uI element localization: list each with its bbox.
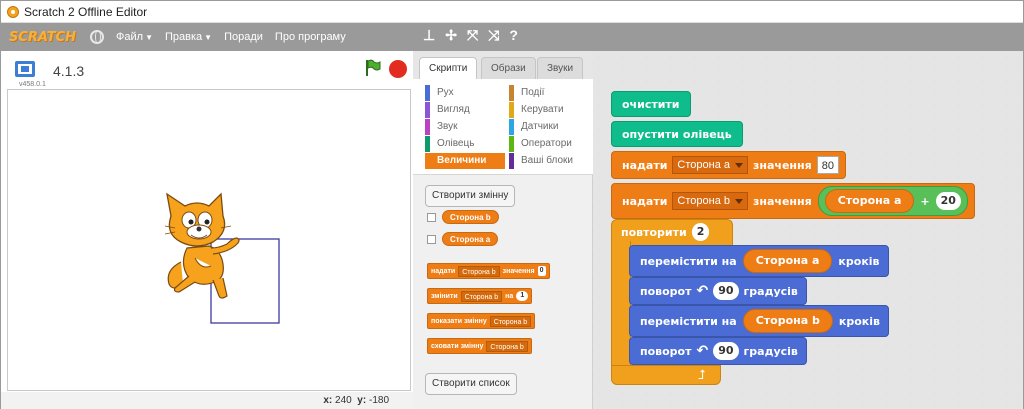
scratch-cat-icon [7,5,19,18]
loop-arrow-icon: ⮥ [698,367,706,382]
palette-show-variable-block[interactable]: показати змінну Сторона b [427,313,536,329]
variable-dropdown[interactable]: Сторона b [672,192,748,210]
stage-header: 4.1.3 v458.0.1 [1,51,413,89]
pen-down-block[interactable]: опустити олівець [611,121,743,147]
cut-icon[interactable]: ✢ [445,27,457,44]
scratch-logo[interactable]: SCRATCH [9,30,76,45]
fullscreen-icon[interactable] [15,61,35,77]
title-bar: Scratch 2 Offline Editor [1,1,1023,23]
duplicate-icon[interactable]: ⊥ [423,27,435,44]
repeat-block-label[interactable]: повторити 2 [621,223,714,241]
category-control[interactable]: Керувати [509,102,564,118]
menu-tips[interactable]: Поради [224,31,263,43]
variable-row-b: Сторона b [427,209,499,225]
build-version: v458.0.1 [19,81,46,88]
stop-icon[interactable] [389,60,407,78]
tab-scripts[interactable]: Скрипти [419,57,478,80]
repeat-block-arm [611,241,631,365]
variable-checkbox[interactable] [427,212,436,222]
variable-reporter[interactable]: Сторона a [442,232,499,246]
degrees-input[interactable]: 90 [713,282,739,300]
green-flag-icon[interactable] [365,59,381,77]
category-data[interactable]: Величини [425,153,505,169]
scripts-area[interactable]: ⮥ очистити опустити олівець надати Сторо… [593,51,1023,409]
category-events[interactable]: Події [509,85,544,101]
palette-hide-variable-block[interactable]: сховати змінну Сторона b [427,338,532,354]
editor-tabs: Скрипти Образи Звуки [413,51,593,80]
variable-dropdown[interactable]: Сторона a [672,156,748,174]
turn-block-2[interactable]: поворот ↶ 90 градусів [629,337,807,365]
category-pen[interactable]: Олівець [425,136,474,152]
move-side-b-block[interactable]: перемістити на Сторона b кроків [629,305,889,337]
variable-reporter[interactable]: Сторона b [442,210,499,224]
menu-edit[interactable]: Правка ▼ [165,31,212,43]
category-looks[interactable]: Вигляд [425,102,470,118]
grow-icon[interactable]: ⤧ [467,27,478,44]
help-icon[interactable]: ? [509,27,518,44]
move-side-a-block[interactable]: перемістити на Сторона a кроків [629,245,889,277]
value-input[interactable]: 80 [816,156,839,174]
repeat-count-input[interactable]: 2 [691,223,710,241]
degrees-input[interactable]: 90 [713,342,739,360]
variable-checkbox[interactable] [427,234,436,244]
window-title: Scratch 2 Offline Editor [24,4,148,19]
language-globe-icon[interactable] [90,30,105,44]
tab-sounds[interactable]: Звуки [537,57,584,79]
sprite-tools: ⊥ ✢ ⤧ ⤨ ? [423,27,518,44]
set-side-a-block[interactable]: надати Сторона a значення 80 [611,151,846,179]
category-operators[interactable]: Оператори [509,136,572,152]
menu-about[interactable]: Про програму [275,31,346,43]
block-palette: Рух Події Вигляд Керувати Звук Датчики О… [413,79,593,409]
palette-set-block[interactable]: надати Сторона b значення 0 [427,263,550,279]
menu-file[interactable]: Файл ▼ [116,31,153,43]
turn-left-icon: ↶ [696,283,709,299]
make-variable-button[interactable]: Створити змінну [425,185,516,207]
set-side-b-block[interactable]: надати Сторона b значення Сторона a + 20 [611,183,975,219]
repeat-block-bottom: ⮥ [611,365,721,385]
palette-change-block[interactable]: змінити Сторона b на 1 [427,288,533,304]
turn-block-1[interactable]: поворот ↶ 90 градусів [629,277,807,305]
tab-costumes[interactable]: Образи [481,57,536,79]
category-sound[interactable]: Звук [425,119,458,135]
scratch-cat-sprite[interactable] [164,192,240,299]
make-list-button[interactable]: Створити список [425,373,517,395]
shrink-icon[interactable]: ⤨ [488,27,499,44]
category-more-blocks[interactable]: Ваші блоки [509,153,573,169]
stage-footer: x: 240 y: -180 [1,392,413,409]
stage-drawing [164,192,280,324]
turn-left-icon: ↶ [696,343,709,359]
mouse-coordinates: x: 240 y: -180 [323,395,389,406]
variable-reporter[interactable]: Сторона a [742,249,833,273]
add-operator-block[interactable]: Сторона a + 20 [817,186,968,216]
clear-block[interactable]: очистити [611,91,691,117]
category-motion[interactable]: Рух [425,85,454,101]
scratch-window: Scratch 2 Offline Editor SCRATCH Файл ▼ П… [0,0,1024,409]
category-sensing[interactable]: Датчики [509,119,558,135]
menu-bar: SCRATCH Файл ▼ Правка ▼ Поради Про програм… [1,23,1023,51]
variable-reporter[interactable]: Сторона a [824,189,915,213]
stage-canvas[interactable] [7,89,411,391]
project-version: 4.1.3 [53,63,85,79]
category-list: Рух Події Вигляд Керувати Звук Датчики О… [413,79,593,175]
variable-row-a: Сторона a [427,231,499,247]
value-input[interactable]: 20 [935,192,961,210]
variable-reporter[interactable]: Сторона b [742,309,833,333]
